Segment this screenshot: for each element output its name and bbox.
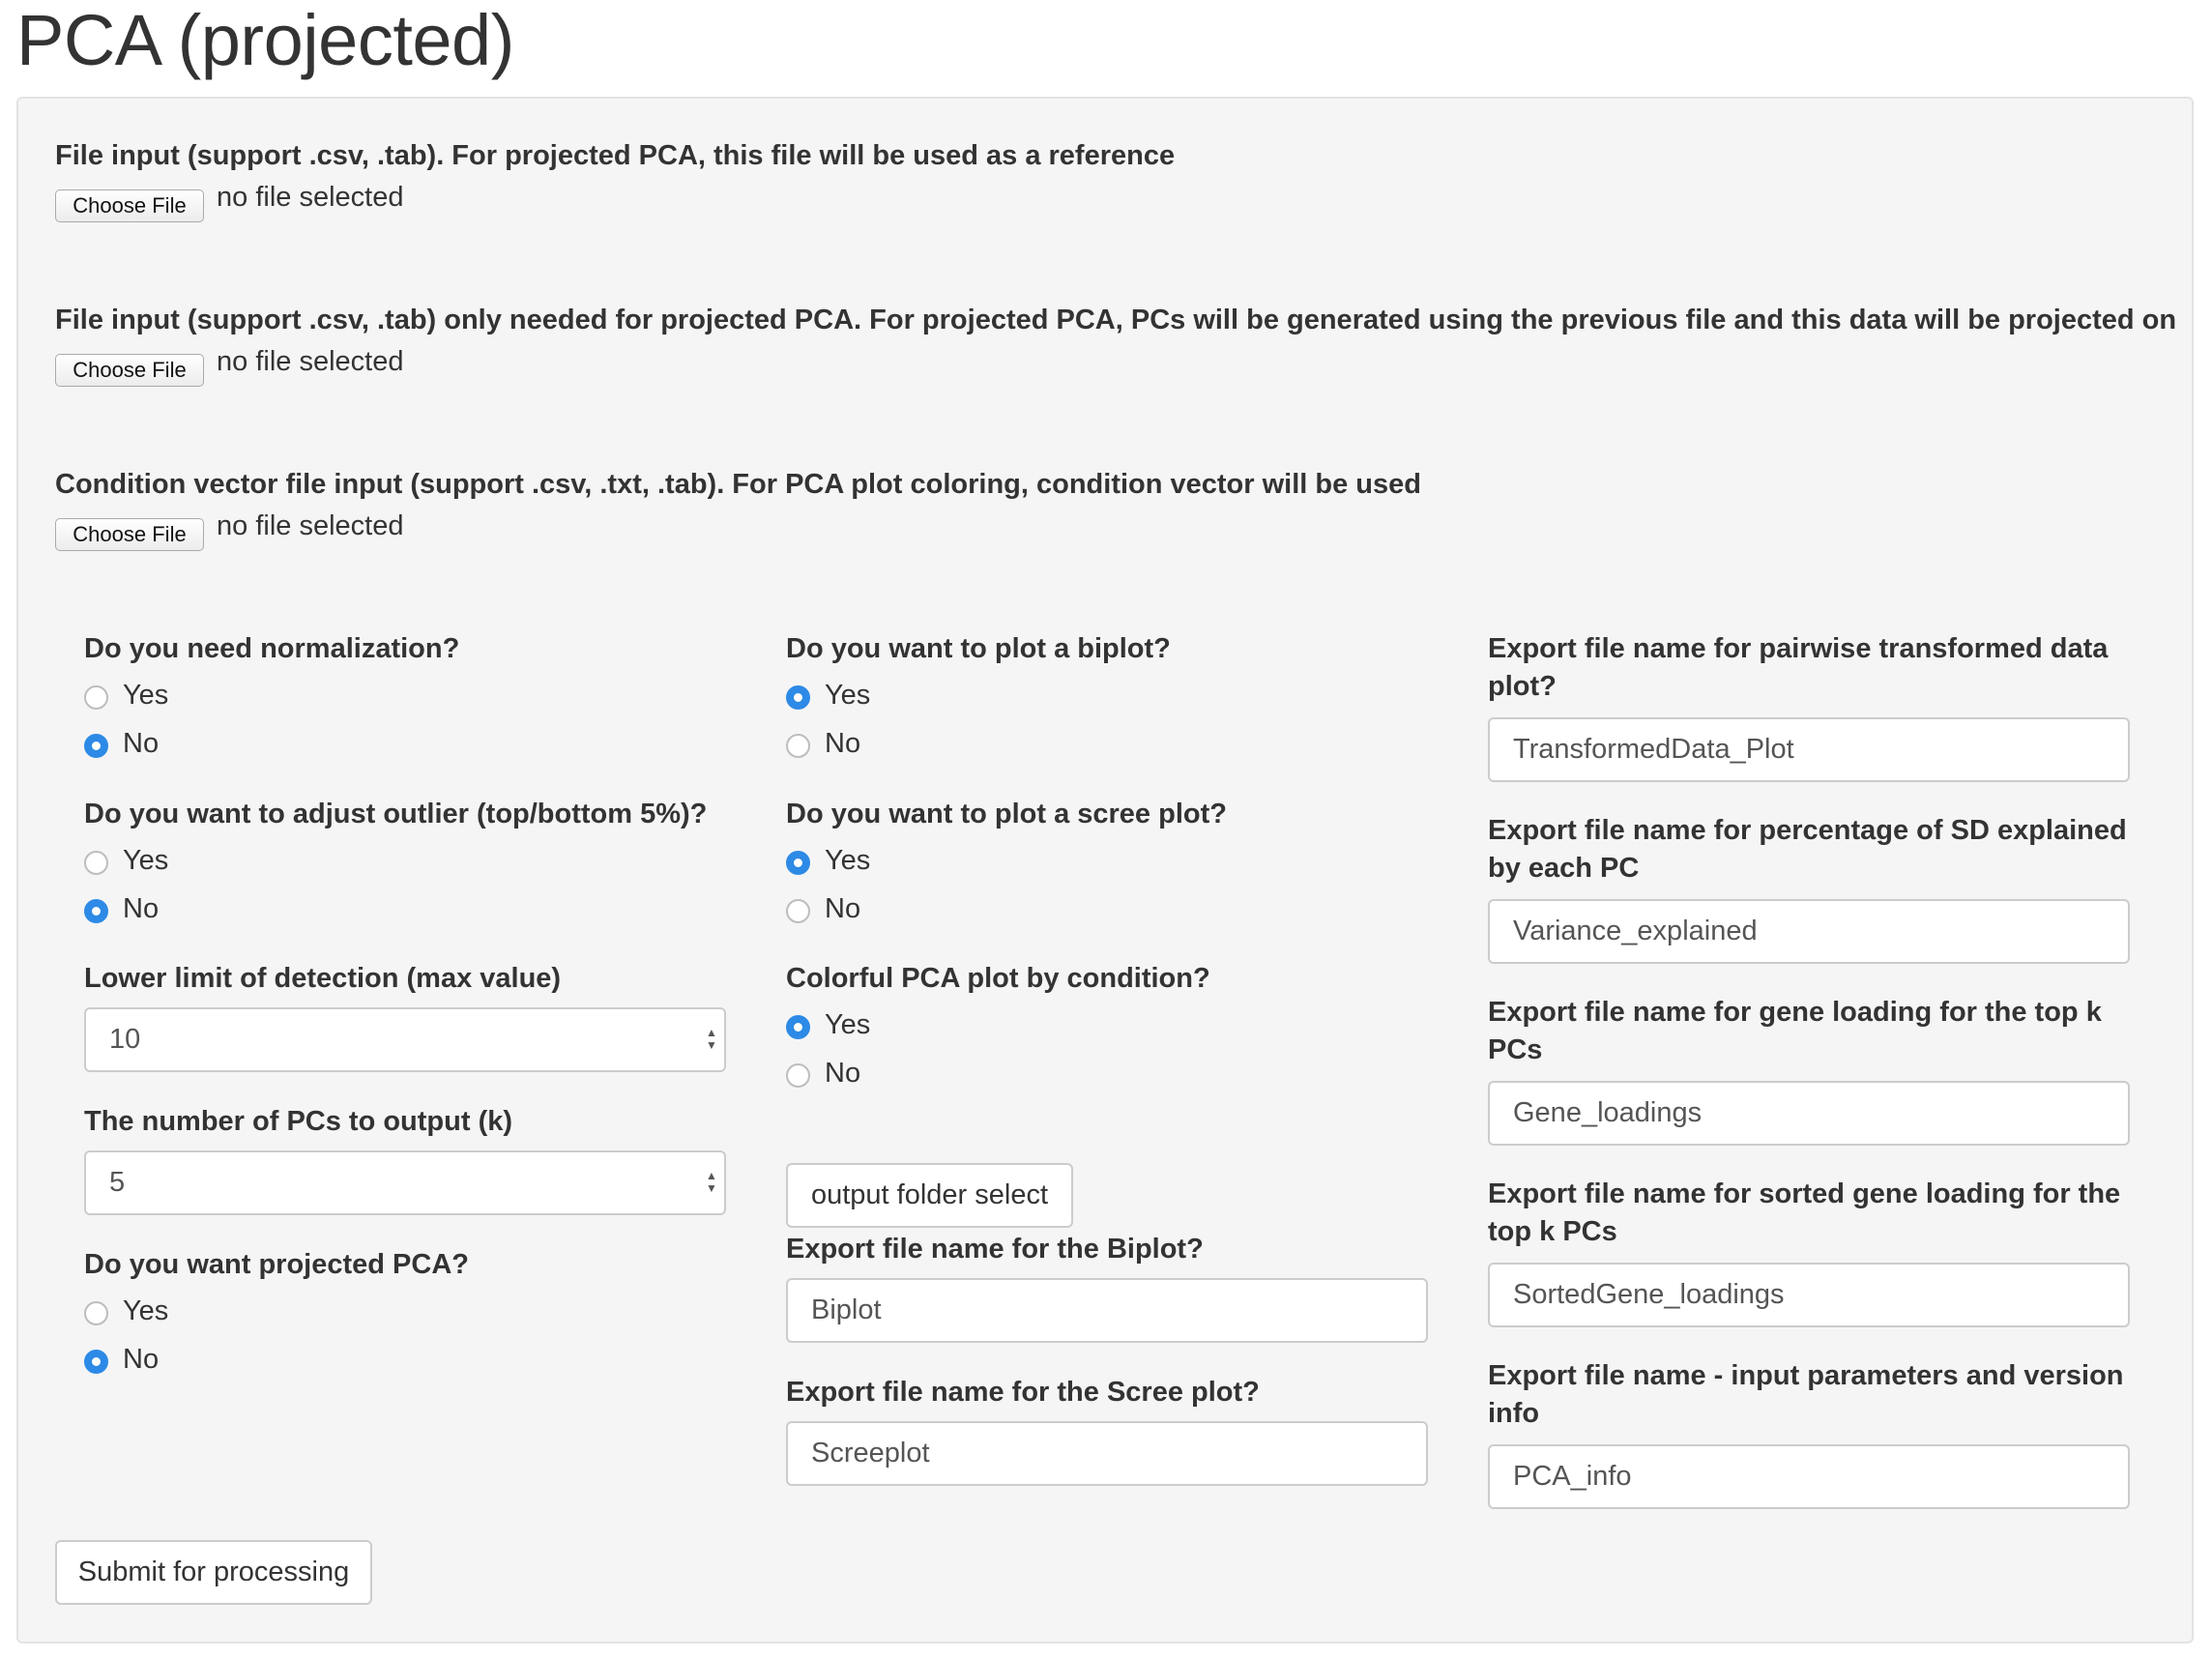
radio-circle-selected xyxy=(84,1350,108,1374)
label-line: top k PCs xyxy=(1488,1216,1617,1247)
projected-pca-label: Do you want projected PCA? xyxy=(84,1249,469,1280)
radio-label: No xyxy=(123,893,160,924)
radio-circle xyxy=(84,851,108,875)
num-pcs-input[interactable]: 5 ▲ ▼ xyxy=(84,1150,726,1215)
file-status: no file selected xyxy=(217,346,404,377)
variance-name-input[interactable]: Variance_explained xyxy=(1488,899,2130,964)
sorted-loadings-label: Export file name for sorted gene loading… xyxy=(1488,1176,2120,1251)
radio-label: Yes xyxy=(825,845,871,876)
radio-circle xyxy=(786,899,810,923)
num-pcs-label: The number of PCs to output (k) xyxy=(84,1106,513,1137)
radio-label: Yes xyxy=(123,1295,169,1326)
label-line: info xyxy=(1488,1398,1540,1429)
radio-circle xyxy=(84,685,108,710)
radio-label: No xyxy=(123,1344,160,1375)
outlier-label: Do you want to adjust outlier (top/botto… xyxy=(84,799,708,829)
file-status: no file selected xyxy=(217,182,404,213)
radio-circle xyxy=(84,1301,108,1325)
colorful-label: Colorful PCA plot by condition? xyxy=(786,963,1210,994)
biplot-name-input[interactable]: Biplot xyxy=(786,1278,1428,1343)
input-value: 5 xyxy=(109,1167,126,1198)
spinner-arrows-icon[interactable]: ▲ ▼ xyxy=(705,1170,718,1199)
condition-vector-label: Condition vector file input (support .cs… xyxy=(55,469,1421,500)
radio-label: Yes xyxy=(123,680,169,711)
radio-label: No xyxy=(825,1058,861,1089)
variance-label: Export file name for percentage of SD ex… xyxy=(1488,812,2127,887)
sorted-loadings-name-input[interactable]: SortedGene_loadings xyxy=(1488,1263,2130,1327)
biplot-label: Do you want to plot a biplot? xyxy=(786,633,1171,664)
radio-circle-selected xyxy=(786,851,810,875)
page-title: PCA (projected) xyxy=(16,0,514,80)
radio-label: Yes xyxy=(123,845,169,876)
normalization-label: Do you need normalization? xyxy=(84,633,460,664)
label-line: Export file name for percentage of SD ex… xyxy=(1488,815,2127,846)
spinner-arrows-icon[interactable]: ▲ ▼ xyxy=(705,1027,718,1056)
scree-label: Do you want to plot a scree plot? xyxy=(786,799,1227,829)
file-input-projected-label: File input (support .csv, .tab) only nee… xyxy=(55,305,2177,335)
choose-file-button[interactable]: Choose File xyxy=(55,354,204,387)
info-name-input[interactable]: PCA_info xyxy=(1488,1444,2130,1509)
label-line: plot? xyxy=(1488,671,1557,702)
file-input-reference-label: File input (support .csv, .tab). For pro… xyxy=(55,140,1176,171)
choose-file-button[interactable]: Choose File xyxy=(55,518,204,551)
scree-name-input[interactable]: Screeplot xyxy=(786,1421,1428,1486)
loadings-label: Export file name for gene loading for th… xyxy=(1488,994,2102,1069)
loadings-name-input[interactable]: Gene_loadings xyxy=(1488,1081,2130,1146)
file-status: no file selected xyxy=(217,510,404,541)
transformed-label: Export file name for pairwise transforme… xyxy=(1488,630,2108,706)
radio-label: Yes xyxy=(825,1009,871,1040)
label-line: by each PC xyxy=(1488,853,1640,884)
choose-file-button[interactable]: Choose File xyxy=(55,189,204,222)
radio-circle-selected xyxy=(84,899,108,923)
sidebar-panel: File input (support .csv, .tab). For pro… xyxy=(16,97,2194,1643)
lower-limit-input[interactable]: 10 ▲ ▼ xyxy=(84,1007,726,1072)
radio-label: No xyxy=(825,728,861,759)
input-value: 10 xyxy=(109,1024,141,1055)
output-folder-select-button[interactable]: output folder select xyxy=(786,1163,1073,1228)
submit-button[interactable]: Submit for processing xyxy=(55,1540,372,1605)
radio-label: No xyxy=(123,728,160,759)
scree-name-label: Export file name for the Scree plot? xyxy=(786,1377,1260,1408)
label-line: Export file name - input parameters and … xyxy=(1488,1360,2124,1391)
label-line: PCs xyxy=(1488,1034,1543,1065)
radio-label: Yes xyxy=(825,680,871,711)
label-line: Export file name for pairwise transforme… xyxy=(1488,633,2109,664)
biplot-name-label: Export file name for the Biplot? xyxy=(786,1234,1204,1265)
radio-circle-selected xyxy=(84,734,108,758)
radio-circle-selected xyxy=(786,1015,810,1039)
radio-circle xyxy=(786,734,810,758)
lower-limit-label: Lower limit of detection (max value) xyxy=(84,963,562,994)
label-line: Export file name for sorted gene loading… xyxy=(1488,1178,2121,1209)
transformed-name-input[interactable]: TransformedData_Plot xyxy=(1488,717,2130,782)
radio-circle-selected xyxy=(786,685,810,710)
label-line: Export file name for gene loading for th… xyxy=(1488,997,2102,1028)
info-label: Export file name - input parameters and … xyxy=(1488,1357,2124,1433)
radio-label: No xyxy=(825,893,861,924)
radio-circle xyxy=(786,1063,810,1088)
